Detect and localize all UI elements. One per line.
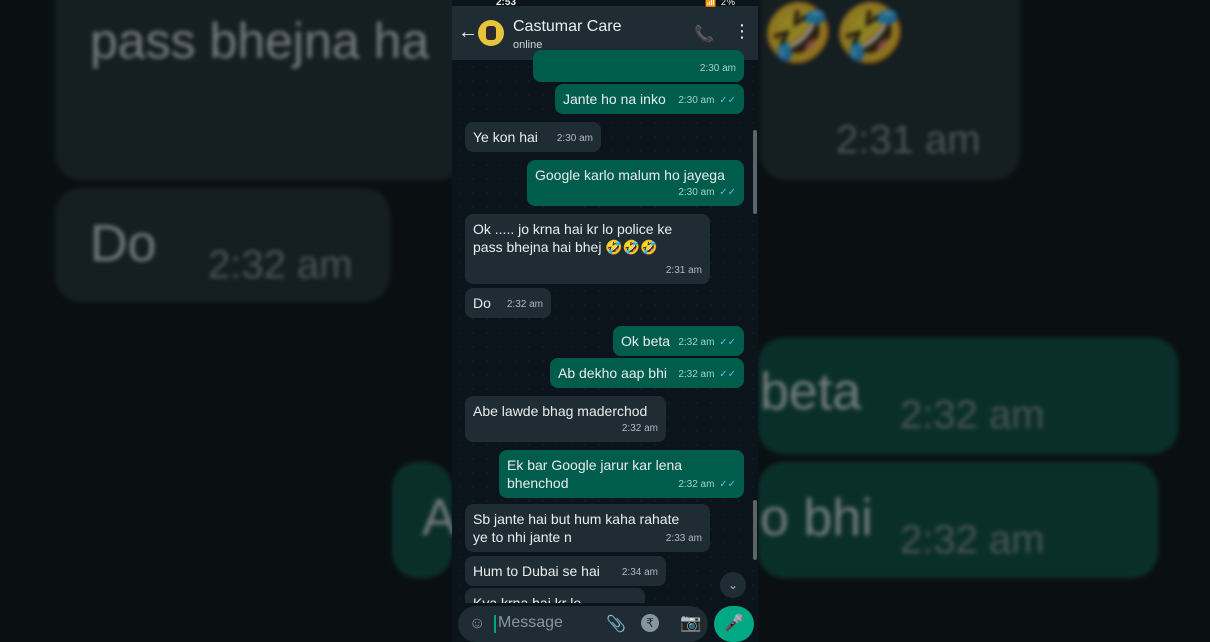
message-text: Ye kon hai [473, 129, 538, 145]
message-bubble-incoming[interactable]: Hum to Dubai se hai 2:34 am [465, 556, 666, 586]
read-receipt-icon: ✓✓ [719, 337, 736, 348]
message-text: Google karlo malum ho jayega [535, 167, 725, 183]
message-text: Sb jante hai but hum kaha rahate ye to n… [473, 511, 680, 545]
message-time: 2:32 am ✓✓ [678, 479, 736, 490]
camera-icon[interactable]: 📷 [680, 613, 701, 633]
message-bubble-outgoing[interactable]: Ab dekho aap bhi 2:32 am ✓✓ [550, 358, 744, 388]
message-text: Ok ..... jo krna hai kr lo police ke pas… [473, 221, 673, 255]
bg-emoji: 🤣🤣 [762, 1, 907, 66]
scrollbar-indicator [753, 500, 757, 560]
message-bubble-incoming[interactable]: Ye kon hai 2:30 am [465, 122, 601, 152]
read-receipt-icon: ✓✓ [719, 187, 736, 198]
bg-text-do: Do [90, 215, 157, 273]
message-bubble-outgoing[interactable]: Jante ho na inko 2:30 am ✓✓ [555, 84, 744, 114]
payment-icon[interactable]: ₹ [641, 614, 659, 632]
message-time: 2:32 am [621, 423, 658, 434]
message-time: 2:34 am [621, 567, 658, 578]
bg-text-beta: beta [760, 363, 862, 421]
message-text: Hum to Dubai se hai [473, 563, 600, 579]
message-bubble-outgoing[interactable]: Ek bar Google jarur kar lena bhenchod 2:… [499, 450, 744, 498]
message-bubble-incoming[interactable]: Ok ..... jo krna hai kr lo police ke pas… [465, 214, 710, 284]
phone-screen: ← Castumar Care online 📞 ⋮ 2:53 📶 2% 2:3… [452, 0, 758, 642]
message-text: Jante ho na inko [563, 91, 666, 107]
message-time: 2:30 am ✓✓ [678, 95, 736, 106]
message-text: Ab dekho aap bhi [558, 365, 667, 381]
message-time: 2:30 am ✓✓ [678, 187, 736, 198]
scroll-to-bottom-button[interactable]: ⌄ [720, 572, 746, 598]
contact-status: online [513, 39, 543, 51]
screen: pass bhejna ha 🤣🤣 2:31 am Do 2:32 am bet… [0, 0, 1210, 642]
message-bubble-outgoing[interactable]: Google karlo malum ho jayega 2:30 am ✓✓ [527, 160, 744, 206]
more-options-icon[interactable]: ⋮ [733, 22, 751, 40]
bg-text-bhi: o bhi [760, 489, 873, 547]
message-bubble-outgoing[interactable]: Ok beta 2:32 am ✓✓ [613, 326, 744, 356]
bg-time-4: 2:32 am [900, 518, 1045, 562]
message-time: 2:33 am [665, 533, 702, 544]
add-call-icon[interactable]: 📞 [694, 24, 714, 44]
message-time: 2:31 am [665, 265, 702, 276]
read-receipt-icon: ✓✓ [719, 479, 736, 490]
message-text: Do [473, 295, 491, 311]
emoji-icon[interactable]: ☺ [469, 615, 485, 633]
message-bubble-incoming[interactable]: Sb jante hai but hum kaha rahate ye to n… [465, 504, 710, 552]
read-receipt-icon: ✓✓ [719, 369, 736, 380]
message-time: 2:30 am [699, 63, 736, 74]
chat-area[interactable]: 2:30 am Jante ho na inko 2:30 am ✓✓ Ye k… [452, 50, 758, 618]
bg-time-1: 2:31 am [836, 118, 981, 162]
read-receipt-icon: ✓✓ [719, 95, 736, 106]
avatar[interactable] [478, 20, 504, 46]
text-cursor [494, 615, 496, 633]
message-bubble-incoming[interactable]: Do 2:32 am [465, 288, 551, 318]
attach-icon[interactable]: 📎 [606, 614, 626, 634]
message-text: Ek bar Google jarur kar lena bhenchod [507, 457, 683, 491]
bg-time-3: 2:32 am [900, 393, 1045, 437]
message-text: Abe lawde bhag maderchod [473, 403, 648, 419]
mic-icon: 🎤 [724, 615, 744, 632]
message-time: 2:32 am ✓✓ [678, 369, 736, 380]
status-icons: 📶 2% [705, 0, 736, 7]
status-bar: 2:53 📶 2% [452, 0, 758, 10]
message-time: 2:32 am ✓✓ [678, 337, 736, 348]
message-input-box[interactable]: ☺ Message 📎 ₹ 📷 [458, 606, 708, 642]
back-arrow-icon[interactable]: ← [458, 22, 478, 42]
message-text: Ok beta [621, 333, 671, 349]
message-time: 2:32 am [506, 299, 543, 310]
message-bubble-incoming[interactable]: Abe lawde bhag maderchod 2:32 am [465, 396, 666, 442]
bg-time-2: 2:32 am [208, 243, 353, 287]
contact-name[interactable]: Castumar Care [513, 18, 621, 36]
bg-text-line1: pass bhejna ha [90, 13, 430, 69]
message-input-placeholder[interactable]: Message [498, 614, 563, 632]
message-bubble-outgoing[interactable]: 2:30 am [533, 50, 744, 82]
scrollbar[interactable] [753, 130, 757, 214]
status-clock: 2:53 [496, 0, 517, 8]
message-time: 2:30 am [556, 133, 593, 144]
voice-message-button[interactable]: 🎤 [714, 606, 754, 642]
message-composer: ☺ Message 📎 ₹ 📷 🎤 [452, 603, 758, 642]
